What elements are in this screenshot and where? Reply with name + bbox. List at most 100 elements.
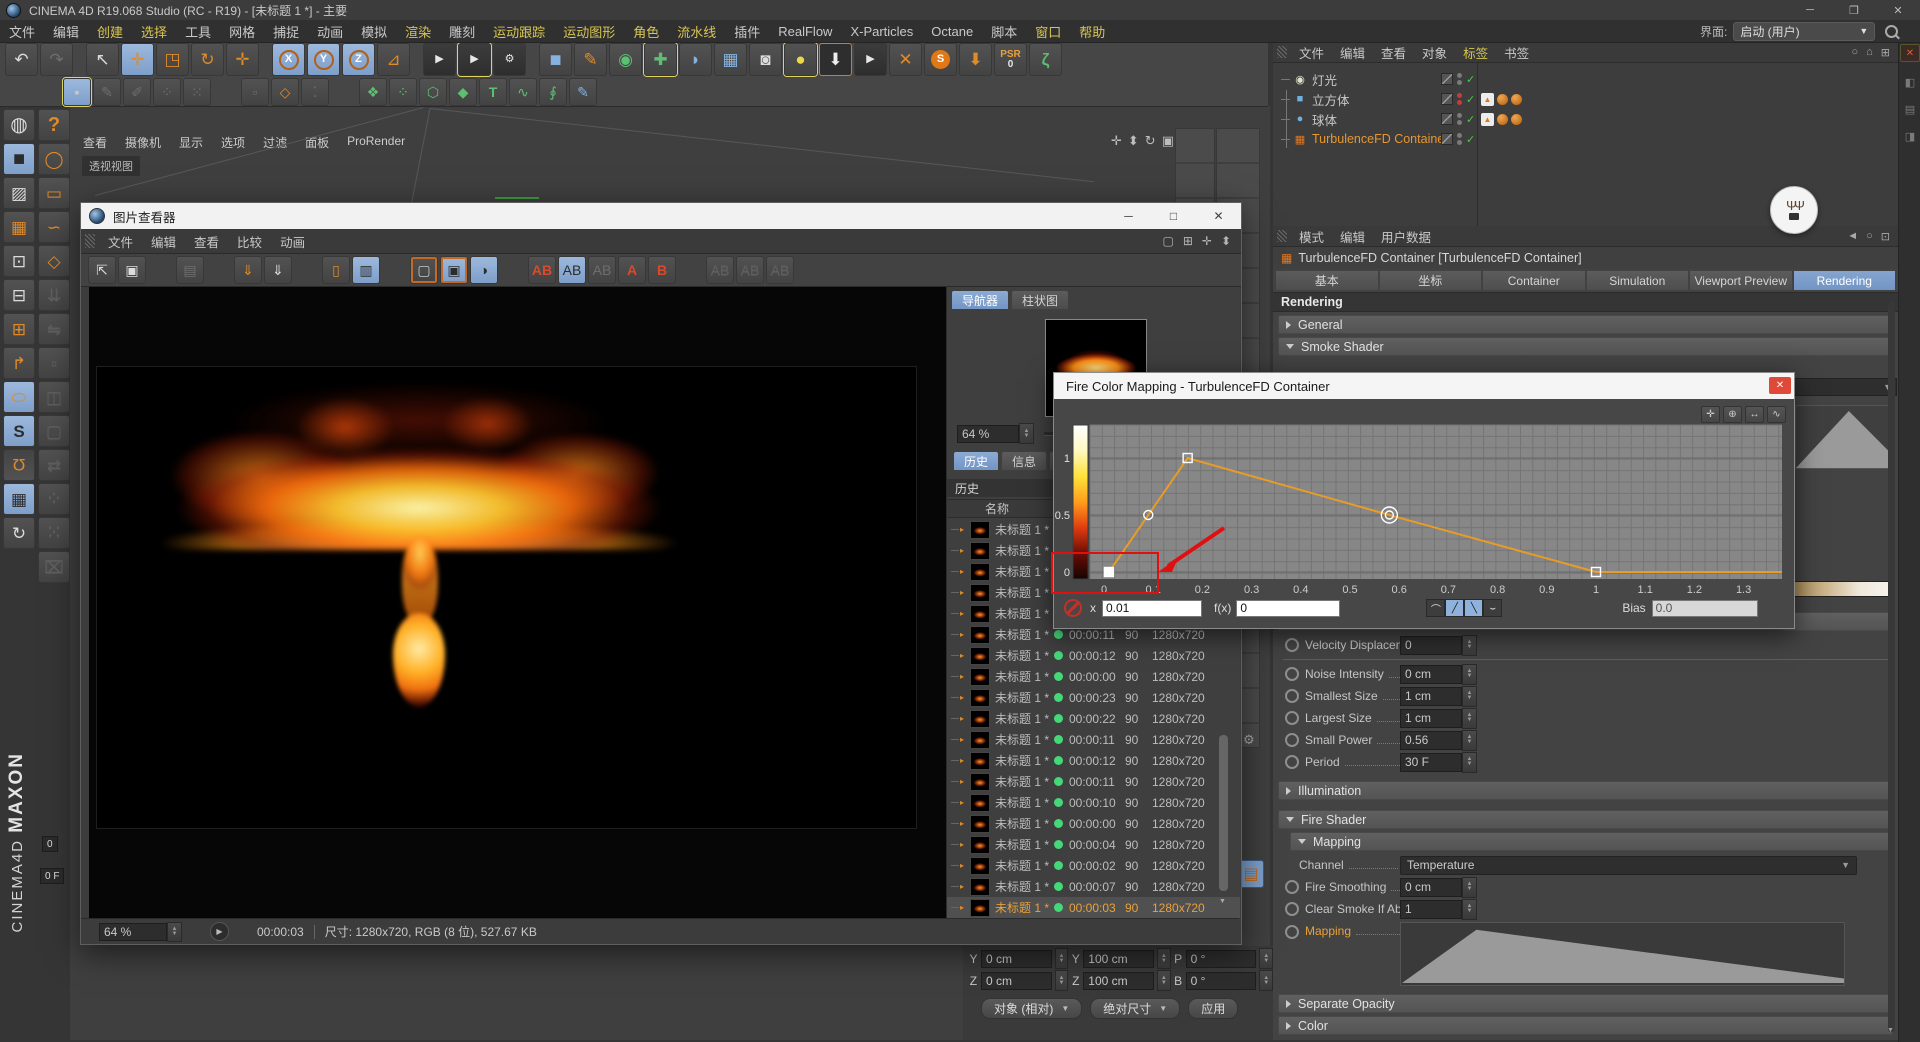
am-back-icon[interactable]: ◄ <box>1847 230 1858 242</box>
live-selection-icon[interactable]: ↖ <box>86 43 119 76</box>
tab-basic[interactable]: 基本 <box>1275 270 1379 291</box>
lasso-select-icon[interactable]: ∽ <box>38 211 70 243</box>
stepper-arrows[interactable]: ▲ ▼ <box>1462 751 1477 773</box>
pv-move-icon[interactable]: ✛ <box>1202 234 1212 248</box>
nav-zoom-field[interactable]: 64 % <box>957 424 1019 443</box>
menu-item[interactable]: 模拟 <box>352 20 396 43</box>
tab-history[interactable]: 历史 <box>953 451 1000 471</box>
om-menu-item[interactable]: 书签 <box>1496 42 1537 63</box>
sep[interactable] <box>148 257 174 283</box>
viewport-pan-icon[interactable]: ✛ <box>1111 133 1122 149</box>
last-tool-icon[interactable]: ✛ <box>226 43 259 76</box>
keyframe-radio[interactable] <box>1285 711 1299 725</box>
pv-menu-item[interactable]: 编辑 <box>142 230 185 253</box>
keys-icon[interactable]: ⁚ <box>301 78 329 106</box>
section-fire-shader[interactable]: Fire Shader <box>1278 810 1893 829</box>
ease-in-button[interactable]: ⌒ <box>1426 599 1446 617</box>
render-clip-icon[interactable]: ▶ <box>854 43 887 76</box>
mograph-tracer-icon[interactable]: ∿ <box>509 78 537 106</box>
delete-image-icon[interactable]: ▯ <box>322 256 350 284</box>
history-row[interactable]: ▸ 未标题 1 * 00:00:03 90 1280x720 <box>947 897 1240 918</box>
mograph-text-icon[interactable]: T <box>479 78 507 106</box>
stepper-arrows[interactable]: ▲ ▼ <box>1462 707 1477 729</box>
menu-item[interactable]: 工具 <box>176 20 220 43</box>
sep[interactable] <box>206 257 232 283</box>
generators-icon[interactable]: ◉ <box>609 43 642 76</box>
keyframe-radio[interactable] <box>1285 689 1299 703</box>
menu-item[interactable]: Octane <box>922 22 982 41</box>
stepper-arrows[interactable]: ▲ ▼ <box>1462 685 1477 707</box>
points-mode-icon[interactable]: ⊡ <box>3 245 35 277</box>
smoke-shader-preview[interactable] <box>1795 405 1893 469</box>
link-ab-icon[interactable]: AB <box>736 256 764 284</box>
history-row[interactable]: ▸ 未标题 1 * 00:00:11 90 1280x720 <box>947 771 1240 792</box>
extrude-icon[interactable]: ⇊ <box>38 279 70 311</box>
coord-mode-select[interactable]: 对象 (相对) ▼ <box>981 998 1083 1019</box>
mograph-matrix-icon[interactable]: ⁘ <box>389 78 417 106</box>
primitive-cube-icon[interactable]: ■ <box>539 43 572 76</box>
history-row[interactable]: ▸ 未标题 1 * 00:00:22 90 1280x720 <box>947 708 1240 729</box>
snap-icon[interactable]: S <box>3 415 35 447</box>
play-button[interactable]: ▶ <box>210 922 229 941</box>
pv-menu-item[interactable]: 比较 <box>228 230 271 253</box>
om-menu-item[interactable]: 编辑 <box>1332 42 1373 63</box>
z-lock-icon[interactable]: Z <box>342 43 375 76</box>
viewport-toggle-icon[interactable]: ▣ <box>1162 133 1174 149</box>
history-row[interactable]: ▸ 未标题 1 * 00:00:12 90 1280x720 <box>947 645 1240 666</box>
tab-info[interactable]: 信息 <box>1001 451 1048 471</box>
material-tag-icon[interactable] <box>1511 93 1522 105</box>
weights-icon[interactable]: ⁙ <box>183 78 211 106</box>
camera-icon[interactable]: ◙ <box>749 43 782 76</box>
magnet-icon[interactable]: Ω <box>3 449 35 481</box>
history-row[interactable]: ▸ 未标题 1 * 00:00:12 90 1280x720 <box>947 750 1240 771</box>
viewport-menu-item[interactable]: 显示 <box>172 132 210 153</box>
texture-mode-icon[interactable]: ▨ <box>3 177 35 209</box>
menu-item[interactable]: 窗口 <box>1026 20 1070 43</box>
ab-vertical-icon[interactable]: AB <box>558 256 586 284</box>
section-illumination[interactable]: Illumination <box>1278 781 1893 800</box>
sep[interactable] <box>528 44 537 75</box>
stepper-arrows[interactable]: ▲ ▼ <box>1462 634 1477 656</box>
viewport-menu-item[interactable]: 选项 <box>214 132 252 153</box>
curve-show-all-icon[interactable]: ∿ <box>1767 406 1786 423</box>
channel-select[interactable]: Temperature ▼ <box>1400 855 1857 875</box>
menu-item[interactable]: 文件 <box>0 20 44 43</box>
help-icon[interactable]: ? <box>38 109 70 141</box>
mograph-fracture-icon[interactable]: ⬡ <box>419 78 447 106</box>
ab-horizontal-icon[interactable]: AB <box>588 256 616 284</box>
edges-mode-icon[interactable]: ⊟ <box>3 279 35 311</box>
menu-item[interactable]: RealFlow <box>769 22 841 41</box>
stepper-arrows[interactable]: ▲ ▼ <box>1462 898 1477 920</box>
menu-item[interactable]: 插件 <box>725 20 769 43</box>
coord-system-icon[interactable]: ⊿ <box>377 43 410 76</box>
rot-b-field[interactable]: 0 ° <box>1185 971 1257 990</box>
single-view-icon[interactable]: ▢ <box>410 256 438 284</box>
size-mode-select[interactable]: 绝对尺寸 ▼ <box>1090 998 1181 1019</box>
small-power-field[interactable]: 0.56 <box>1400 730 1462 750</box>
uv-edit-icon[interactable]: ✐ <box>123 78 151 106</box>
mirror-icon[interactable]: ⇋ <box>38 313 70 345</box>
menu-item[interactable]: 运动跟踪 <box>484 20 554 43</box>
search-icon[interactable] <box>1885 24 1899 38</box>
close-button[interactable]: ✕ <box>1876 4 1920 17</box>
tab-rendering[interactable]: Rendering <box>1792 270 1896 291</box>
redo-icon[interactable]: ↷ <box>40 43 73 76</box>
menu-item[interactable]: 动画 <box>308 20 352 43</box>
sep[interactable] <box>294 257 320 283</box>
transfer-icon[interactable]: ▢ <box>38 415 70 447</box>
xparticles-icon[interactable]: ✕ <box>889 43 922 76</box>
visibility-dots[interactable] <box>1457 113 1462 125</box>
render-settings-icon[interactable]: ⚙ <box>493 43 526 76</box>
dock-icon[interactable]: ◧ <box>1905 76 1915 89</box>
smoke-shader-dropdown[interactable]: ▼ <box>1793 378 1897 396</box>
object-tfd-container[interactable]: ▦ TurbulenceFD Container ✓ ▲ <box>1273 129 1898 149</box>
scale-z-field[interactable]: 100 cm <box>1083 971 1155 990</box>
overlay-compare-icon[interactable]: ◑ <box>470 256 498 284</box>
stepper-arrows[interactable]: ▲ ▼ <box>1462 876 1477 898</box>
morph-icon[interactable]: ◇ <box>271 78 299 106</box>
rotate-tool-icon[interactable]: ↻ <box>191 43 224 76</box>
history-row[interactable]: ▸ 未标题 1 * 00:00:00 90 1280x720 <box>947 666 1240 687</box>
object-sphere[interactable]: ● 球体 ✓ ▲ <box>1273 109 1898 129</box>
enabled-check-icon[interactable]: ✓ <box>1466 113 1475 126</box>
tfd-bake-icon[interactable]: ⬇ <box>819 43 852 76</box>
